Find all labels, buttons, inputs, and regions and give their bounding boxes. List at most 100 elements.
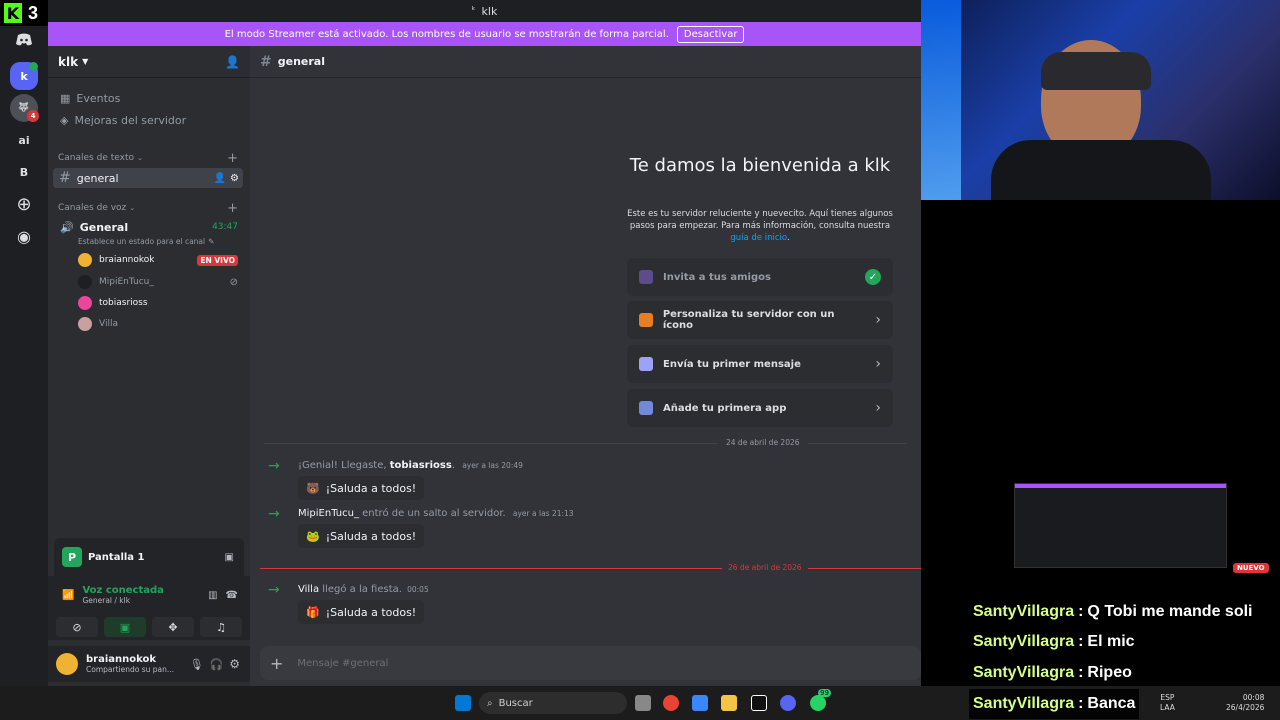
voice-member[interactable]: tobiasrioss — [48, 294, 250, 312]
streamer-mode-banner: El modo Streamer está activado. Los nomb… — [48, 22, 921, 46]
card-customize-server[interactable]: Personaliza tu servidor con un ícono › — [627, 301, 893, 339]
mic-muted-icon: ⊘ — [229, 276, 238, 288]
avatar — [78, 296, 92, 310]
wave-button[interactable]: 🐸 ¡Saluda a todos! — [298, 524, 425, 548]
screen-share-panel: P Pantalla 1 ▣ — [54, 538, 244, 576]
kick-k-icon: K — [4, 3, 22, 23]
windows-start-icon[interactable] — [455, 695, 471, 711]
server-ai[interactable]: ai — [10, 126, 38, 154]
card-first-message[interactable]: Envía tu primer mensaje › — [627, 345, 893, 383]
card-invite-friends[interactable]: Invita a tus amigos ✓ — [627, 258, 893, 296]
led-strip — [921, 0, 961, 200]
chevron-right-icon: › — [875, 312, 881, 328]
screen-preview — [1014, 483, 1227, 568]
task-view-icon[interactable] — [635, 695, 651, 711]
online-dot-icon — [29, 62, 38, 71]
paper-plane-icon — [639, 357, 653, 371]
system-message: MipiEnTucu_ entró de un salto al servido… — [298, 508, 574, 519]
sticker-icon: 🎁 — [306, 605, 320, 619]
username: braiannokok — [86, 654, 157, 665]
gear-icon[interactable]: ⚙ — [230, 173, 239, 184]
boost-icon: ◈ — [60, 113, 69, 127]
message-time: 00:05 — [407, 585, 429, 594]
chevron-down-icon: ⌄ — [129, 204, 136, 212]
chevron-right-icon: › — [875, 400, 881, 416]
system-message: ¡Genial! Llegaste, tobiasrioss. ayer a l… — [298, 460, 523, 471]
chevron-down-icon: ⌄ — [137, 154, 143, 162]
window-title: klk — [481, 4, 498, 18]
speaker-icon: 🔊 — [60, 220, 74, 234]
signal-icon[interactable]: 📶 — [62, 590, 74, 601]
activities-icon[interactable]: ✥ — [152, 617, 194, 637]
avatar[interactable] — [56, 653, 78, 675]
join-arrow-icon: → — [268, 458, 280, 474]
message-author[interactable]: tobiasrioss — [390, 460, 452, 471]
message-author[interactable]: MipiEnTucu_ — [298, 508, 359, 519]
card-first-app[interactable]: Añade tu primera app › — [627, 389, 893, 427]
discord-taskbar-icon[interactable] — [780, 695, 796, 711]
whatsapp-icon[interactable] — [810, 695, 826, 711]
voice-channel-general[interactable]: 🔊 General 43:47 — [48, 218, 250, 236]
store-icon[interactable] — [692, 695, 708, 711]
voice-member[interactable]: braiannokok EN VIVO — [48, 251, 250, 269]
discord-home-icon[interactable] — [10, 26, 38, 54]
add-attachment-icon[interactable]: + — [270, 654, 283, 673]
chevron-down-icon: ▼ — [82, 57, 89, 66]
invite-friends-icon — [639, 270, 653, 284]
screen-share-icon[interactable]: ▣ — [104, 617, 146, 637]
deactivate-button[interactable]: Desactivar — [676, 25, 745, 43]
voice-member[interactable]: MipiEnTucu_ ⊘ — [48, 273, 250, 291]
soundboard-icon[interactable]: ♫ — [200, 617, 242, 637]
taskbar-search[interactable]: ⌕ Buscar — [479, 692, 627, 714]
events-item[interactable]: ▦ Eventos — [48, 88, 250, 108]
camera-off-icon[interactable]: ⊘ — [56, 617, 98, 637]
chrome-icon[interactable] — [663, 695, 679, 711]
server-b[interactable]: B — [10, 158, 38, 186]
invite-icon[interactable]: 👤 — [225, 55, 240, 69]
clock[interactable]: 00:08 26/4/2026 — [1226, 693, 1264, 713]
folder-icon[interactable] — [721, 695, 737, 711]
voice-category[interactable]: Canales de voz ⌄ + — [48, 200, 250, 216]
voice-status-label[interactable]: Voz conectada — [82, 585, 163, 596]
text-category[interactable]: Canales de texto ⌄ + — [48, 150, 250, 166]
disconnect-icon[interactable]: ☎ — [226, 590, 238, 601]
message-input[interactable]: Mensaje #general — [297, 658, 388, 669]
whatsapp-badge: 99 — [818, 689, 831, 697]
discover-icon[interactable]: ◉ — [10, 222, 38, 250]
language-indicator[interactable]: ESP LAA — [1160, 693, 1175, 713]
guide-link[interactable]: guía de inicio — [730, 233, 787, 243]
add-server-icon[interactable]: ⊕ — [10, 190, 38, 218]
server-rail: k 🐺 4 ai B ⊕ ◉ — [0, 26, 48, 686]
live-badge: EN VIVO — [197, 254, 238, 266]
channel-header: # general — [250, 46, 921, 78]
boosts-item[interactable]: ◈ Mejoras del servidor — [48, 110, 250, 130]
server-name: klk — [58, 54, 79, 69]
message-author[interactable]: Villa — [298, 584, 319, 595]
user-panel: braiannokok Compartiendo su pan... 🎙 🎧 ⚙ — [48, 646, 250, 682]
gear-icon[interactable]: ⚙ — [229, 657, 240, 671]
kick-logo: K 3 — [0, 0, 48, 26]
system-message: Villa llegó a la fiesta. 00:05 — [298, 584, 429, 595]
mic-icon[interactable]: 🎙 — [190, 658, 204, 671]
noise-icon[interactable]: ▥ — [208, 590, 217, 601]
message-time: ayer a las 21:13 — [512, 509, 574, 518]
channel-sidebar: klk ▼ 👤 ▦ Eventos ◈ Mejoras del servidor… — [48, 46, 250, 686]
app-icon: ᵏ — [471, 6, 476, 16]
wave-button[interactable]: 🐻 ¡Saluda a todos! — [298, 476, 425, 500]
kick-app-icon[interactable] — [751, 695, 767, 711]
invite-icon[interactable]: 👤 — [214, 173, 226, 184]
mention-badge: 4 — [27, 110, 39, 122]
add-channel-icon[interactable]: + — [227, 201, 238, 216]
server-header[interactable]: klk ▼ 👤 — [48, 46, 250, 78]
add-channel-icon[interactable]: + — [227, 151, 238, 166]
wave-button[interactable]: 🎁 ¡Saluda a todos! — [298, 600, 425, 624]
stop-share-icon[interactable]: ▣ — [225, 552, 234, 563]
headphones-icon[interactable]: 🎧 — [210, 658, 224, 671]
voice-status[interactable]: Establece un estado para el canal ✎ — [48, 235, 250, 247]
chat-area: # general Te damos la bienvenida a klk E… — [250, 46, 921, 686]
screen-avatar: P — [62, 547, 82, 567]
channel-general[interactable]: # general 👤 ⚙ — [53, 168, 243, 188]
new-messages-divider — [260, 568, 921, 569]
voice-location: General / klk — [82, 596, 131, 605]
voice-member[interactable]: Villa — [48, 315, 250, 333]
